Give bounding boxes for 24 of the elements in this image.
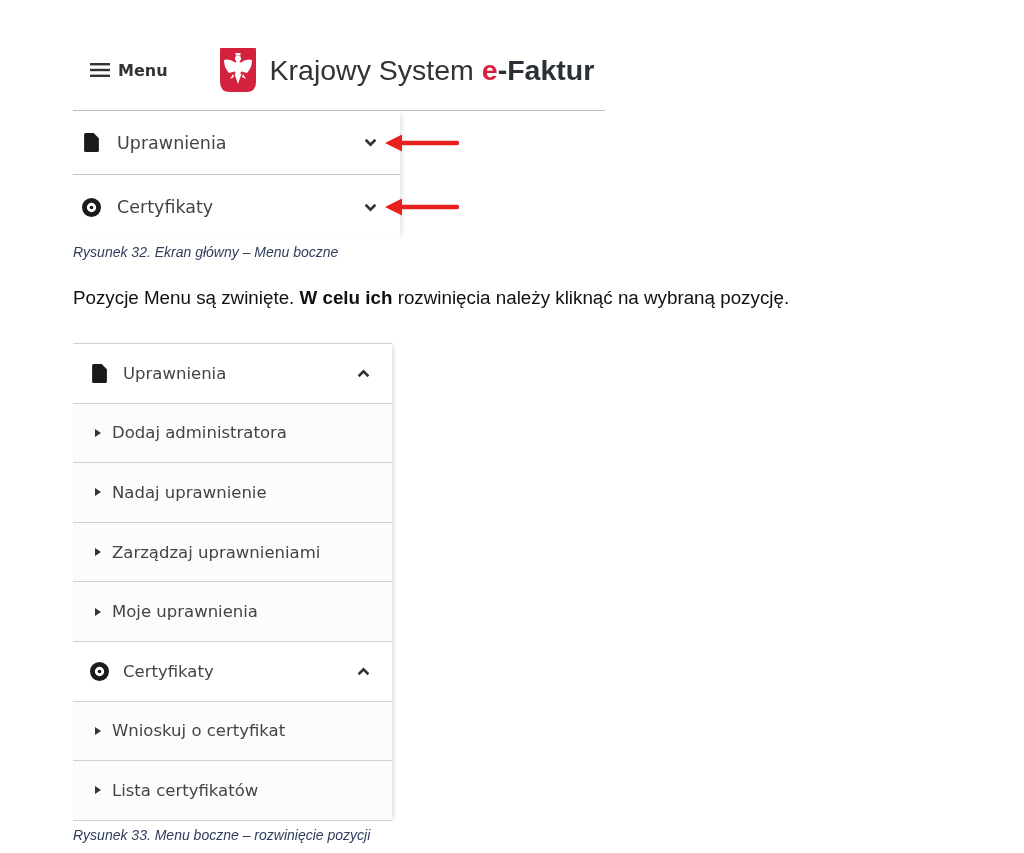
menu-item[interactable]: Uprawnienia — [73, 344, 392, 404]
submenu-item[interactable]: Nadaj uprawnienie — [73, 463, 392, 523]
submenu-item[interactable]: Zarządzaj uprawnieniami — [73, 522, 392, 583]
figure-caption: Rysunek 32. Ekran główny – Menu boczne — [73, 244, 340, 260]
bullet-icon — [95, 786, 101, 795]
bullet-icon — [95, 428, 101, 437]
submenu-item[interactable]: Wnioskuj o certyfikat — [73, 701, 392, 762]
eagle-emblem-icon — [218, 47, 257, 93]
submenu-item[interactable]: Dodaj administratora — [73, 403, 392, 464]
bullet-icon — [95, 607, 101, 616]
bullet-icon — [95, 548, 101, 557]
submenu-item[interactable]: Lista certyfikatów — [73, 761, 392, 821]
body-paragraph: Pozycje Menu są zwinięte. W celu ich rozwinięcia należy kliknąć na wybraną pozycję. — [73, 287, 791, 309]
menu-button[interactable]: Menu — [90, 60, 168, 80]
app-title: Krajowy System e-Faktur — [269, 53, 595, 87]
menu-icon — [90, 62, 110, 78]
bullet-icon — [95, 726, 101, 735]
document-icon — [84, 133, 99, 152]
menu-item[interactable]: Certyfikaty — [73, 641, 392, 702]
menu-item[interactable]: Certyfikaty — [73, 175, 400, 239]
figure-caption: Rysunek 33. Menu boczne – rozwinięcie pozycji — [73, 826, 372, 843]
document-icon — [92, 363, 107, 383]
bullet-icon — [95, 488, 101, 497]
submenu-item[interactable]: Moje uprawnienia — [73, 582, 392, 642]
